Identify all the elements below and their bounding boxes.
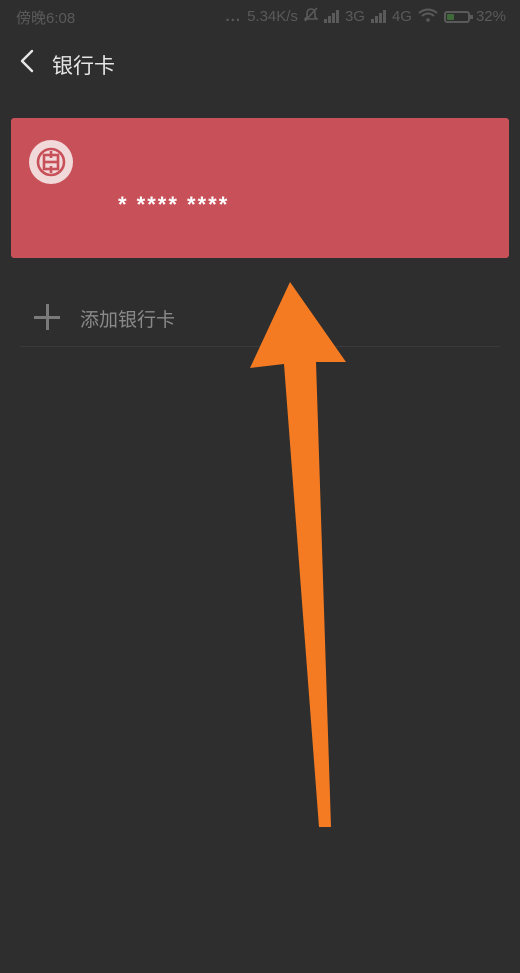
battery-percent: 32% — [475, 8, 506, 25]
bank-card[interactable] — [11, 118, 509, 258]
wifi-icon — [418, 8, 438, 26]
battery-icon — [443, 10, 473, 23]
network-3g: 3G — [344, 8, 365, 25]
bank-logo-icon — [29, 140, 73, 184]
status-icons: ... 5.34K/s 3G 4G 32% — [226, 7, 506, 26]
network-speed: 5.34K/s — [247, 8, 298, 25]
card-number: * **** **** — [118, 192, 230, 217]
notification-dots: ... — [225, 8, 242, 25]
add-bank-card-button[interactable]: 添加银行卡 — [20, 290, 500, 347]
header: 银行卡 — [0, 40, 520, 86]
status-bar: 傍晚6:08 ... 5.34K/s 3G 4G 32% — [0, 0, 520, 34]
signal-icon-2 — [370, 10, 386, 23]
status-time: 傍晚6:08 — [16, 10, 76, 27]
page-title: 银行卡 — [52, 54, 115, 78]
back-button[interactable] — [12, 48, 42, 78]
chevron-left-icon — [20, 49, 34, 77]
add-bank-card-label: 添加银行卡 — [80, 309, 176, 331]
plus-icon — [34, 304, 60, 330]
mute-icon — [303, 7, 319, 26]
network-4g: 4G — [391, 8, 412, 25]
signal-icon-1 — [323, 10, 339, 23]
